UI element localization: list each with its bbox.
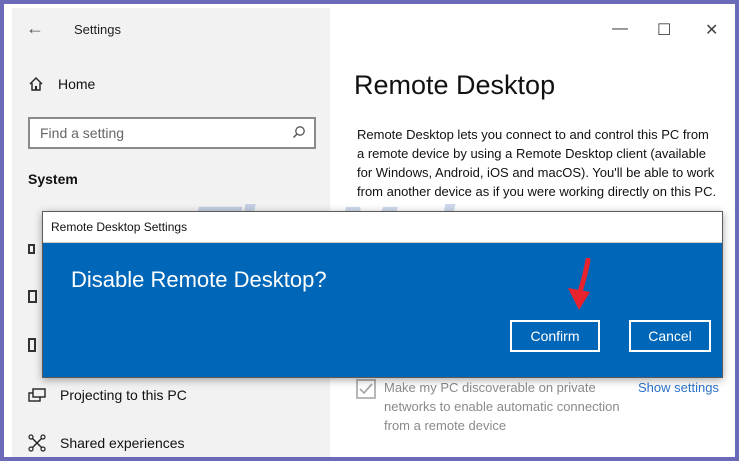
maximize-button[interactable]: ☐ xyxy=(657,20,671,40)
sidebar-item-shared-experiences[interactable]: Shared experiences xyxy=(28,434,185,452)
app-title: Settings xyxy=(74,22,121,37)
settings-window: ← Settings Home Find a setting System Pr… xyxy=(12,8,735,457)
shared-experiences-icon xyxy=(28,434,46,452)
section-label: System xyxy=(28,171,78,187)
search-placeholder: Find a setting xyxy=(40,125,125,141)
confirm-button[interactable]: Confirm xyxy=(510,320,600,352)
home-label: Home xyxy=(58,76,96,92)
cancel-button[interactable]: Cancel xyxy=(629,320,711,352)
sidebar-item-home[interactable]: Home xyxy=(28,76,95,92)
battery-icon xyxy=(28,338,36,352)
sidebar-item-label: Shared experiences xyxy=(60,435,185,451)
projector-icon xyxy=(28,386,46,404)
tablet-icon xyxy=(28,290,37,303)
sidebar-item-projecting[interactable]: Projecting to this PC xyxy=(28,386,187,404)
page-title: Remote Desktop xyxy=(354,70,556,100)
screenshot-frame: ← Settings Home Find a setting System Pr… xyxy=(0,0,739,461)
sidebar-item-label: Projecting to this PC xyxy=(60,387,187,403)
annotation-arrow-icon xyxy=(568,258,591,310)
dialog-title: Remote Desktop Settings xyxy=(43,212,722,243)
home-icon xyxy=(28,76,44,92)
back-arrow-icon[interactable]: ← xyxy=(26,18,44,39)
search-input[interactable]: Find a setting xyxy=(28,117,316,149)
dialog-heading: Disable Remote Desktop? xyxy=(71,267,327,292)
close-button[interactable]: ✕ xyxy=(705,20,718,40)
minimize-button[interactable]: — xyxy=(612,20,628,38)
show-settings-link[interactable]: Show settings xyxy=(638,380,719,435)
search-icon[interactable] xyxy=(292,125,306,144)
discoverable-checkbox-row: Make my PC discoverable on private netwo… xyxy=(356,378,719,435)
checkmark-icon xyxy=(359,383,373,395)
display-icon xyxy=(28,244,35,254)
discoverable-checkbox[interactable] xyxy=(356,379,376,399)
confirm-dialog: Remote Desktop Settings Disable Remote D… xyxy=(42,211,723,378)
discoverable-checkbox-label: Make my PC discoverable on private netwo… xyxy=(384,380,620,433)
